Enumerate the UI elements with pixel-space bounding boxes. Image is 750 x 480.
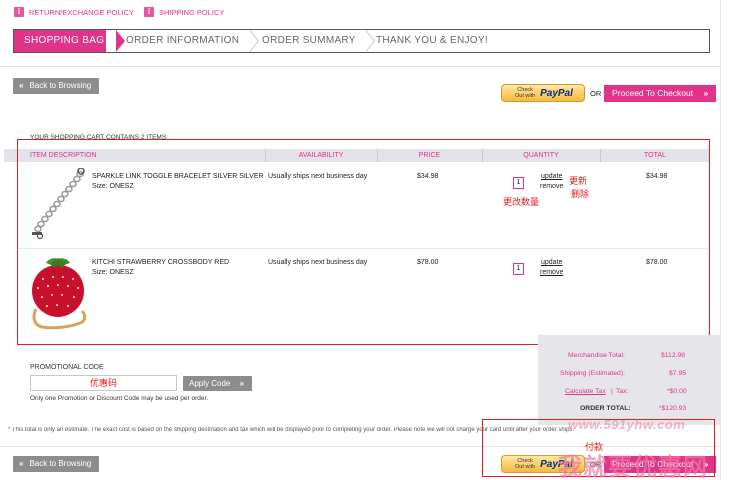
step-arrow: [116, 30, 125, 52]
back-label: Back to Browsing: [29, 81, 92, 90]
divider: [0, 66, 720, 67]
promo-label: PROMOTIONAL CODE: [30, 364, 104, 371]
paypal-checkout-button[interactable]: Check Out with PayPal: [501, 84, 585, 102]
double-chevron-left-icon: «: [19, 459, 24, 468]
merch-total-value: $112.98: [661, 352, 686, 359]
info-icon: i: [144, 7, 154, 17]
shipping-policy-label: SHIPPING POLICY: [159, 7, 225, 17]
apply-label: Apply Code: [189, 379, 231, 388]
tax-separator: |: [611, 388, 613, 395]
right-edge-line: [720, 0, 721, 480]
step-arrow: [365, 30, 374, 52]
return-policy-label: RETURN/EXCHANGE POLICY: [29, 7, 135, 17]
apply-code-button[interactable]: Apply Code »: [183, 376, 253, 391]
shipping-label: Shipping (Estimated):: [560, 370, 625, 377]
step-arrow: [249, 30, 258, 52]
annotation-box-cart: [17, 139, 710, 345]
back-label: Back to Browsing: [29, 459, 92, 468]
proceed-to-checkout-button[interactable]: Proceed To Checkout »: [604, 85, 717, 102]
tax-value: *$0.00: [667, 388, 687, 395]
merch-total-label: Merchandise Total:: [568, 352, 625, 359]
step-order-information: ORDER INFORMATION: [126, 35, 240, 46]
order-total-label: ORDER TOTAL:: [580, 405, 631, 412]
watermark-url: www.591yhw.com: [568, 417, 686, 432]
step-thank-you: THANK YOU & ENJOY!: [376, 35, 488, 46]
or-text: OR: [590, 89, 602, 98]
order-total-value: *$120.93: [659, 405, 687, 412]
tax-label: Tax:: [616, 388, 629, 395]
back-to-browsing-button[interactable]: « Back to Browsing: [13, 78, 100, 94]
shipping-value: $7.95: [669, 370, 687, 377]
double-chevron-left-icon: «: [19, 81, 24, 90]
paypal-small-text: Check Out with: [515, 87, 536, 99]
promo-note: Only one Promotion or Discount Code may …: [30, 395, 209, 402]
shipping-policy-link[interactable]: i SHIPPING POLICY: [144, 7, 224, 17]
double-chevron-right-icon: »: [239, 379, 245, 388]
annotation-promo: 优惠码: [89, 378, 117, 388]
watermark-name: 我就要优惠网: [558, 454, 708, 480]
back-to-browsing-button-bottom[interactable]: « Back to Browsing: [13, 456, 100, 472]
double-chevron-right-icon: »: [703, 88, 709, 98]
info-icon: i: [14, 7, 24, 17]
step-shopping-bag: SHOPPING BAG: [14, 30, 106, 52]
step-order-summary: ORDER SUMMARY: [262, 35, 356, 46]
paypal-logo: PayPal: [540, 87, 573, 99]
promo-code-input[interactable]: 优惠码: [30, 375, 177, 391]
calculate-tax-link[interactable]: Calculate Tax: [565, 388, 606, 395]
return-policy-link[interactable]: i RETURN/EXCHANGE POLICY: [14, 7, 134, 17]
checkout-steps: SHOPPING BAG ORDER INFORMATION ORDER SUM…: [13, 29, 710, 53]
proceed-label: Proceed To Checkout: [612, 88, 694, 98]
